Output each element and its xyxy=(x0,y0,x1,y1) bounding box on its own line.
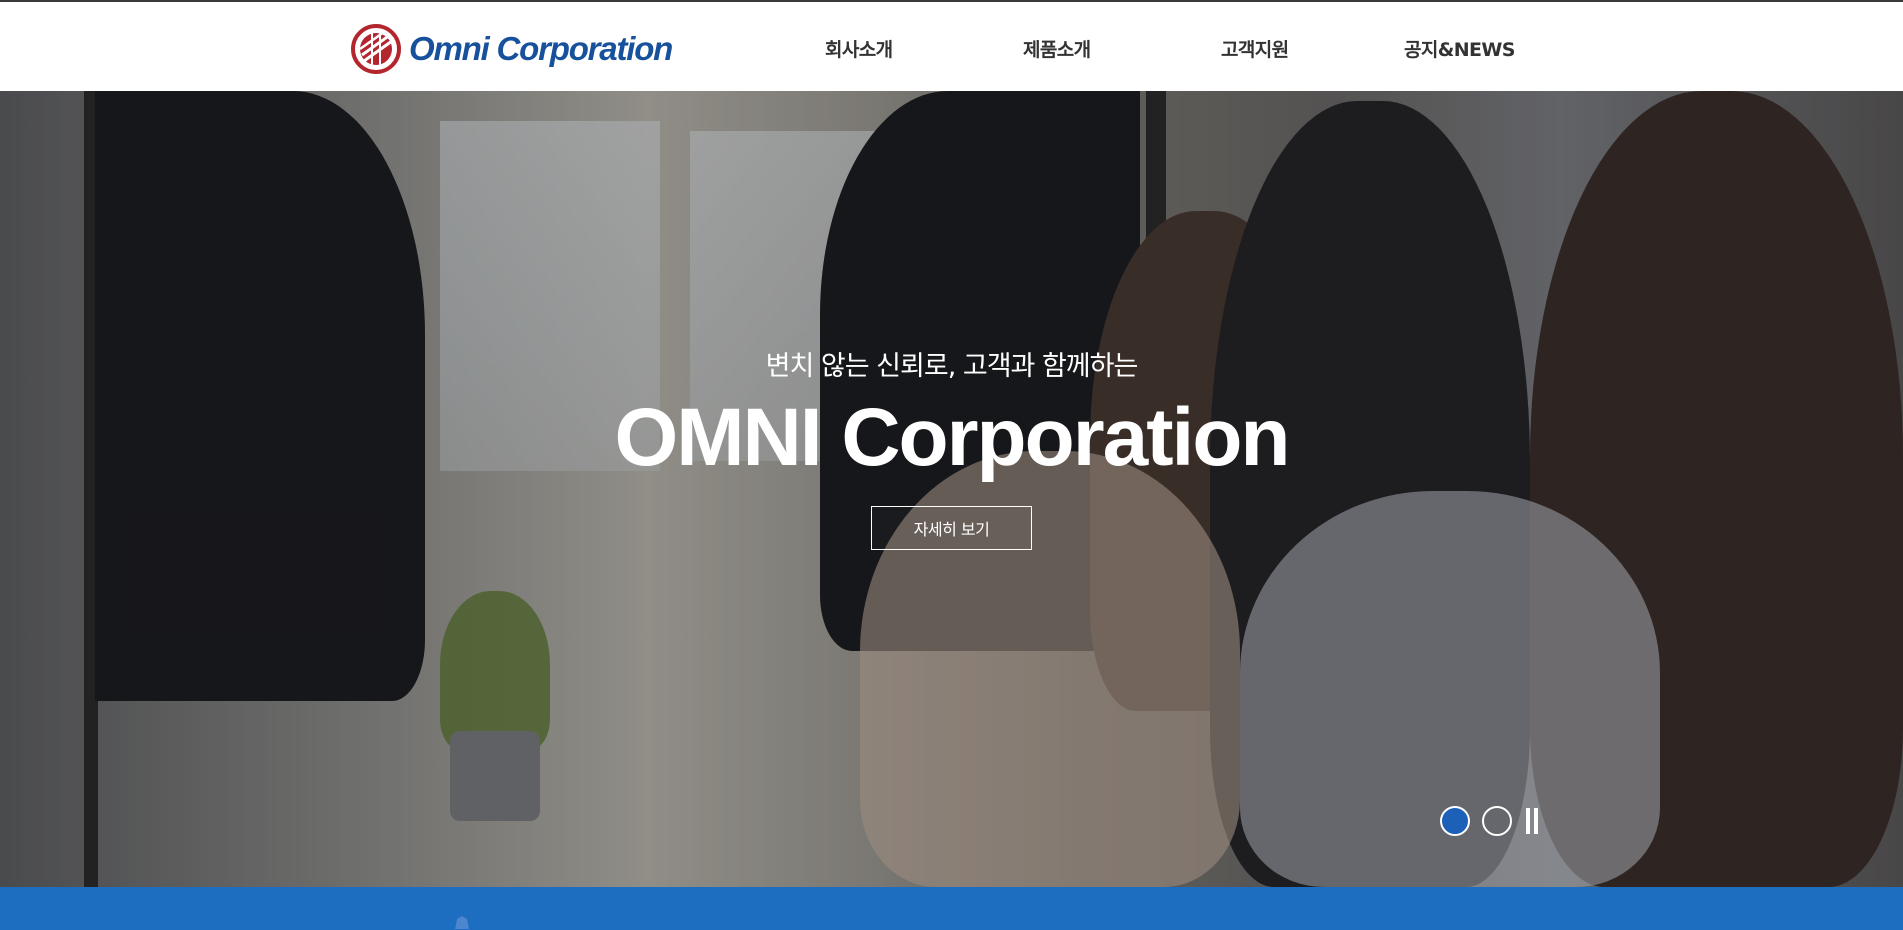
hero-slider: 변치 않는 신뢰로, 고객과 함께하는 OMNI Corporation 자세히… xyxy=(0,91,1903,887)
slide-dot-1[interactable] xyxy=(1440,806,1470,836)
section-icon xyxy=(455,916,469,929)
hero-overlay xyxy=(0,91,1903,887)
hero-title: OMNI Corporation xyxy=(614,392,1290,483)
pause-icon[interactable] xyxy=(1526,806,1542,836)
slider-controls xyxy=(1440,806,1542,836)
section-band xyxy=(0,887,1903,930)
site-logo[interactable]: Omni Corporation xyxy=(350,23,673,75)
learn-more-button[interactable]: 자세히 보기 xyxy=(871,506,1032,550)
slide-dot-2[interactable] xyxy=(1482,806,1512,836)
nav-item-products[interactable]: 제품소개 xyxy=(1023,35,1091,62)
logo-text: Omni Corporation xyxy=(409,30,673,67)
nav-item-company[interactable]: 회사소개 xyxy=(825,35,893,62)
globe-logo-icon xyxy=(351,24,401,74)
hero-subtitle: 변치 않는 신뢰로, 고객과 함께하는 xyxy=(765,351,1139,382)
site-header: Omni Corporation 회사소개 제품소개 고객지원 공지&NEWS xyxy=(0,2,1903,91)
nav-item-news[interactable]: 공지&NEWS xyxy=(1404,35,1515,62)
nav-item-support[interactable]: 고객지원 xyxy=(1221,35,1289,62)
